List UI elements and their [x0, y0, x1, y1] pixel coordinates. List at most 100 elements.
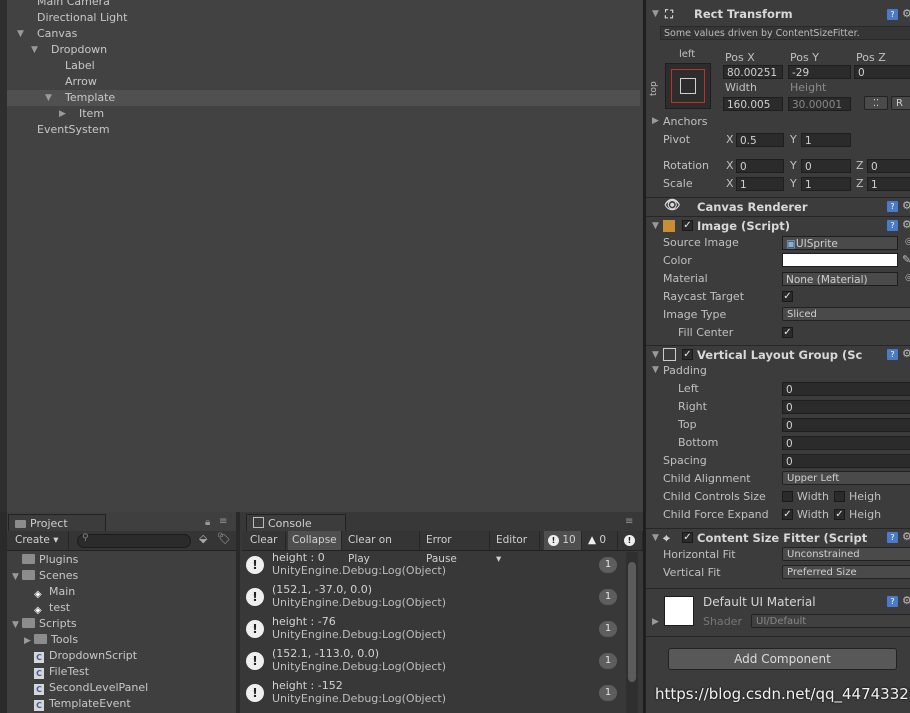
gear-icon[interactable]: ⚙: [902, 8, 910, 19]
gear-icon[interactable]: ⚙: [902, 595, 910, 606]
vertical-layout-group-header[interactable]: ▼ ✓ Vertical Layout Group (Sc: [646, 345, 910, 364]
raycast-target-checkbox[interactable]: ✓: [782, 291, 793, 302]
warning-count-toggle[interactable]: ▲ 0: [584, 531, 618, 550]
expanded-arrow-icon[interactable]: ▼: [31, 42, 41, 58]
help-icon[interactable]: ?: [887, 596, 898, 607]
collapsed-arrow-icon[interactable]: ▶: [59, 106, 69, 122]
help-icon[interactable]: ?: [887, 532, 898, 543]
force-height-checkbox[interactable]: ✓: [834, 509, 845, 520]
error-count-toggle[interactable]: !: [620, 531, 643, 550]
width-field[interactable]: 160.005: [723, 97, 783, 111]
project-item[interactable]: C TemplateEvent: [24, 696, 131, 712]
gear-icon[interactable]: ⚙: [902, 200, 910, 211]
expanded-arrow-icon[interactable]: ▼: [12, 569, 22, 585]
gear-icon[interactable]: ⚙: [902, 348, 910, 359]
expanded-arrow-icon[interactable]: ▼: [12, 617, 22, 633]
scale-x-field[interactable]: 1: [736, 177, 784, 191]
clear-on-play-button[interactable]: Clear on Play: [344, 531, 420, 565]
padding-bottom-field[interactable]: 0: [782, 436, 910, 450]
source-image-field[interactable]: ▣UISprite: [782, 236, 898, 250]
pivot-x-field[interactable]: 0.5: [736, 133, 784, 147]
help-icon[interactable]: ?: [887, 201, 898, 212]
pivot-y-field[interactable]: 1: [801, 133, 851, 147]
editor-dropdown[interactable]: Editor ▾: [492, 531, 540, 565]
project-item[interactable]: ▶ Tools: [24, 632, 78, 648]
hierarchy-item[interactable]: ▼ Dropdown: [7, 42, 640, 58]
shader-dropdown[interactable]: UI/Default: [751, 614, 910, 628]
help-icon[interactable]: ?: [887, 349, 898, 360]
object-picker-icon[interactable]: ◎: [905, 237, 910, 248]
project-item[interactable]: ◈ Main: [24, 584, 75, 600]
rotation-x-field[interactable]: 0: [736, 159, 784, 173]
padding-right-field[interactable]: 0: [782, 400, 910, 414]
scale-z-field[interactable]: 1: [867, 177, 910, 191]
console-scrollbar[interactable]: [626, 552, 638, 713]
console-log-entry[interactable]: ! height : 0 UnityEngine.Debug:Log(Object)…: [242, 549, 624, 581]
project-item[interactable]: C SecondLevelPanel: [24, 680, 148, 696]
console-log-entry[interactable]: ! (152.1, -113.0, 0.0) UnityEngine.Debug:L…: [242, 645, 624, 677]
padding-expander-icon[interactable]: ▼: [652, 365, 659, 375]
error-pause-button[interactable]: Error Pause: [422, 531, 490, 565]
rect-transform-header[interactable]: ▼ ⛶ Rect Transform: [646, 5, 910, 23]
hierarchy-item[interactable]: Main Camera: [7, 0, 640, 10]
pos-x-field[interactable]: 80.00251: [723, 65, 783, 79]
project-item[interactable]: ▼ Scripts: [12, 616, 77, 632]
project-item[interactable]: C FileTest: [24, 664, 89, 680]
image-header[interactable]: ▼ ✓ Image (Script): [646, 216, 910, 235]
tab-console[interactable]: Console: [246, 514, 346, 532]
hierarchy-item[interactable]: EventSystem: [7, 122, 640, 138]
collapse-button[interactable]: Collapse: [288, 531, 342, 550]
padding-top-field[interactable]: 0: [782, 418, 910, 432]
force-width-checkbox[interactable]: ✓: [782, 509, 793, 520]
hierarchy-item[interactable]: ▼ Canvas: [7, 26, 640, 42]
anchors-expander-icon[interactable]: ▶: [652, 116, 659, 126]
create-button[interactable]: Create ▾: [11, 531, 69, 550]
blueprint-mode-button[interactable]: ⁚⁚: [864, 96, 888, 110]
hierarchy-item[interactable]: ▶ Item: [7, 106, 640, 122]
vertical-fit-dropdown[interactable]: Preferred Size: [782, 565, 910, 579]
padding-left-field[interactable]: 0: [782, 382, 910, 396]
hierarchy-item[interactable]: Arrow: [7, 74, 640, 90]
project-item[interactable]: ◈ test: [24, 600, 70, 616]
console-log-entry[interactable]: ! height : -152 UnityEngine.Debug:Log(Obje…: [242, 677, 624, 709]
spacing-field[interactable]: 0: [782, 454, 910, 468]
csf-enabled-checkbox[interactable]: ✓: [682, 532, 693, 543]
tab-project[interactable]: Project: [8, 514, 106, 532]
pos-z-field[interactable]: 0: [854, 65, 910, 79]
project-item[interactable]: ▼ Scenes: [12, 568, 78, 584]
console-log-entry[interactable]: ! height : -76 UnityEngine.Debug:Log(Objec…: [242, 613, 624, 645]
project-item[interactable]: Plugins: [12, 552, 78, 568]
material-field[interactable]: None (Material): [782, 272, 898, 286]
material-expander-icon[interactable]: ▶: [652, 617, 659, 627]
color-swatch[interactable]: [782, 253, 898, 267]
expanded-arrow-icon[interactable]: ▼: [45, 90, 55, 106]
fill-center-checkbox[interactable]: ✓: [782, 327, 793, 338]
anchor-preset-button[interactable]: [665, 63, 711, 109]
hierarchy-item[interactable]: Label: [7, 58, 640, 74]
panel-menu-icon[interactable]: ≡: [625, 516, 633, 527]
anchors-label[interactable]: Anchors: [663, 115, 708, 128]
controls-height-checkbox[interactable]: [834, 491, 845, 502]
gear-icon[interactable]: ⚙: [902, 531, 910, 542]
clear-button[interactable]: Clear: [246, 531, 286, 550]
lock-icon[interactable]: 🔒︎: [205, 517, 210, 528]
child-alignment-dropdown[interactable]: Upper Left: [782, 471, 910, 485]
help-icon[interactable]: ?: [887, 220, 898, 231]
raw-edit-button[interactable]: R: [891, 96, 910, 110]
collapsed-arrow-icon[interactable]: ▶: [24, 633, 34, 649]
object-picker-icon[interactable]: ◎: [905, 273, 910, 284]
search-input[interactable]: ⚲: [77, 533, 191, 548]
image-type-dropdown[interactable]: Sliced: [782, 307, 910, 321]
content-size-fitter-header[interactable]: ▼ ⌖ ✓ Content Size Fitter (Script: [646, 528, 910, 547]
filter-label-icon[interactable]: 🏷︎: [217, 532, 231, 545]
project-item[interactable]: C DropdownScript: [24, 648, 137, 664]
scale-y-field[interactable]: 1: [801, 177, 851, 191]
height-field[interactable]: 30.00001: [788, 97, 851, 111]
horizontal-fit-dropdown[interactable]: Unconstrained: [782, 547, 910, 561]
canvas-renderer-header[interactable]: 👁︎ Canvas Renderer: [646, 197, 910, 216]
pos-y-field[interactable]: -29: [788, 65, 851, 79]
controls-width-checkbox[interactable]: [782, 491, 793, 502]
help-icon[interactable]: ?: [887, 9, 898, 20]
image-enabled-checkbox[interactable]: ✓: [682, 220, 693, 231]
info-count-toggle[interactable]: ! 10: [544, 531, 582, 550]
